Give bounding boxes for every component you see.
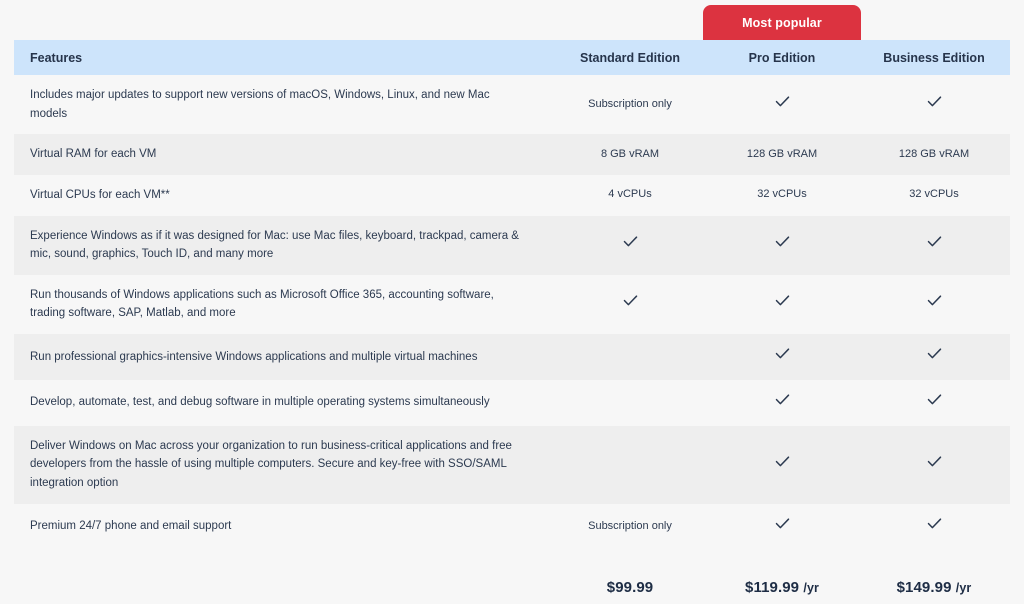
table-row: Includes major updates to support new ve…: [14, 75, 1010, 135]
checkmark-icon: [926, 453, 943, 470]
header-row: Features Standard Edition Pro Edition Bu…: [14, 40, 1010, 75]
price-pro-amount: $119.99: [745, 579, 800, 597]
cell-business: 128 GB vRAM: [858, 134, 1010, 175]
column-header-features: Features: [14, 40, 554, 75]
cell-standard: 4 vCPUs: [554, 174, 706, 216]
table-header: Features Standard Edition Pro Edition Bu…: [14, 40, 1010, 75]
comparison-table: Features Standard Edition Pro Edition Bu…: [14, 40, 1010, 604]
cell-standard: [554, 215, 706, 275]
cell-business: [858, 379, 1010, 426]
cell-pro: [706, 274, 858, 334]
table-row: Run thousands of Windows applications su…: [14, 274, 1010, 334]
cell-pro: 128 GB vRAM: [706, 134, 858, 175]
price-business-period: /yr: [955, 581, 972, 596]
value-business: 32 vCPUs: [909, 188, 959, 201]
most-popular-badge: Most popular: [703, 5, 861, 40]
checkmark-icon: [622, 233, 639, 250]
column-header-pro-edition: Pro Edition: [706, 40, 858, 75]
checkmark-icon: [774, 345, 791, 362]
cell-standard: [554, 334, 706, 380]
value-pro: 32 vCPUs: [757, 188, 807, 201]
cell-business: [858, 334, 1010, 380]
column-header-business-edition: Business Edition: [858, 40, 1010, 75]
cell-pro: [706, 75, 858, 135]
price-business-edition: $149.99 /yr: [858, 549, 1010, 604]
checkmark-icon: [926, 93, 943, 110]
value-standard: Subscription only: [588, 97, 672, 110]
price-pro-period: /yr: [803, 581, 819, 596]
checkmark-icon: [774, 233, 791, 250]
cell-standard: Subscription only: [554, 503, 706, 550]
feature-description: Virtual RAM for each VM: [14, 134, 554, 175]
table-body: Includes major updates to support new ve…: [14, 75, 1010, 550]
checkmark-icon: [926, 391, 943, 408]
cell-pro: [706, 334, 858, 380]
price-standard-amount: $99.99: [606, 579, 654, 597]
plan-comparison-table: Most popular Features Standard Edition P…: [14, 0, 1010, 604]
feature-description: Virtual CPUs for each VM**: [14, 174, 554, 216]
checkmark-icon: [926, 292, 943, 309]
feature-description: Deliver Windows on Mac across your organ…: [14, 425, 554, 504]
checkmark-icon: [926, 515, 943, 532]
table-row: Develop, automate, test, and debug softw…: [14, 379, 1010, 426]
price-standard-edition: $99.99: [554, 549, 706, 604]
feature-description: Develop, automate, test, and debug softw…: [14, 379, 554, 426]
cell-standard: Subscription only: [554, 75, 706, 135]
cell-standard: [554, 425, 706, 504]
cell-pro: [706, 425, 858, 504]
price-pro-edition: $119.99 /yr: [706, 549, 858, 604]
cell-pro: [706, 503, 858, 550]
value-standard: Subscription only: [588, 519, 672, 532]
checkmark-icon: [774, 453, 791, 470]
checkmark-icon: [774, 93, 791, 110]
cell-business: 32 vCPUs: [858, 174, 1010, 216]
pricing-footer: $99.99 $119.99 /yr $149.99 /yr: [14, 549, 1010, 604]
checkmark-icon: [774, 515, 791, 532]
feature-description: Run thousands of Windows applications su…: [14, 274, 554, 334]
table-row: Virtual CPUs for each VM** 4 vCPUs 32 vCPU…: [14, 174, 1010, 216]
checkmark-icon: [622, 292, 639, 309]
checkmark-icon: [926, 345, 943, 362]
checkmark-icon: [774, 391, 791, 408]
feature-description: Includes major updates to support new ve…: [14, 75, 554, 135]
checkmark-icon: [926, 233, 943, 250]
value-business: 128 GB vRAM: [898, 147, 970, 160]
feature-description: Premium 24/7 phone and email support: [14, 503, 554, 550]
table-row: Virtual RAM for each VM 8 GB vRAM 128 GB v…: [14, 134, 1010, 175]
badge-row: Most popular: [14, 0, 1010, 40]
column-header-standard-edition: Standard Edition: [554, 40, 706, 75]
cell-pro: [706, 379, 858, 426]
cell-standard: 8 GB vRAM: [554, 134, 706, 175]
value-standard: 4 vCPUs: [608, 188, 652, 201]
pricing-row: $99.99 $119.99 /yr $149.99 /yr: [14, 549, 1010, 604]
table-row: Deliver Windows on Mac across your organ…: [14, 425, 1010, 504]
cell-pro: [706, 215, 858, 275]
cell-pro: 32 vCPUs: [706, 174, 858, 216]
table-row: Experience Windows as if it was designed…: [14, 215, 1010, 275]
table-row: Run professional graphics-intensive Wind…: [14, 334, 1010, 380]
feature-description: Experience Windows as if it was designed…: [14, 215, 554, 275]
cell-business: [858, 215, 1010, 275]
cell-business: [858, 503, 1010, 550]
cell-standard: [554, 274, 706, 334]
value-pro: 128 GB vRAM: [746, 147, 818, 160]
cell-standard: [554, 379, 706, 426]
price-business-amount: $149.99: [896, 579, 952, 597]
cell-business: [858, 274, 1010, 334]
value-standard: 8 GB vRAM: [600, 147, 660, 160]
pricing-spacer: [14, 549, 554, 604]
feature-description: Run professional graphics-intensive Wind…: [14, 334, 554, 380]
cell-business: [858, 425, 1010, 504]
cell-business: [858, 75, 1010, 135]
checkmark-icon: [774, 292, 791, 309]
table-row: Premium 24/7 phone and email support Subs…: [14, 503, 1010, 550]
